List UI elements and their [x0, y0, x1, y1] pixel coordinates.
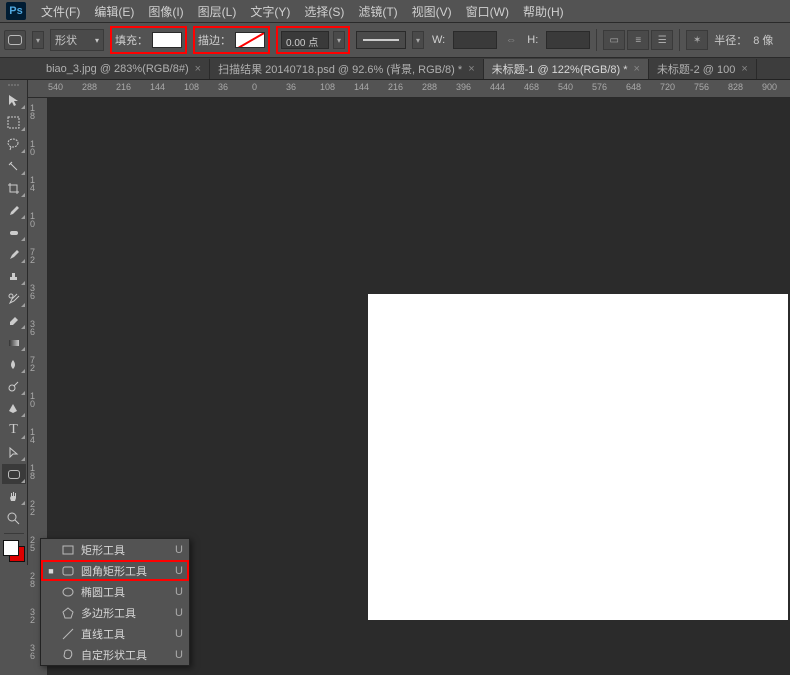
flyout-item[interactable]: ■圆角矩形工具U: [41, 560, 189, 581]
move-tool[interactable]: [2, 90, 26, 110]
stroke-width-input[interactable]: 0.00 点: [281, 31, 329, 49]
stamp-tool[interactable]: [2, 266, 26, 286]
heal-tool[interactable]: [2, 222, 26, 242]
pen-tool[interactable]: [2, 398, 26, 418]
options-bar: ▾ 形状 ▾ 填充： 描边： 0.00 点 ▾ ▾ W: ⇔ H: ▭ ≡ ☰ …: [0, 22, 790, 58]
close-icon[interactable]: ×: [195, 63, 201, 75]
align-buttons: ▭ ≡ ☰: [603, 30, 673, 50]
rrect-icon: [61, 564, 75, 578]
history-brush-tool[interactable]: [2, 288, 26, 308]
stroke-width-dropdown[interactable]: ▾: [333, 31, 345, 49]
menu-item[interactable]: 图像(I): [141, 1, 190, 22]
canvas[interactable]: [368, 294, 788, 620]
radius-value: 8 像: [753, 32, 773, 48]
document-tab[interactable]: 扫描结果 20140718.psd @ 92.6% (背景, RGB/8) *×: [210, 59, 484, 79]
fill-label: 填充：: [115, 32, 148, 48]
width-label: W:: [432, 34, 445, 46]
close-icon[interactable]: ×: [741, 63, 747, 75]
blur-tool[interactable]: [2, 354, 26, 374]
menu-item[interactable]: 帮助(H): [516, 1, 571, 22]
link-wh-icon[interactable]: ⇔: [503, 32, 519, 48]
menu-item[interactable]: 视图(V): [405, 1, 459, 22]
rect-icon: [61, 543, 75, 557]
shape-mode-label: 形状: [55, 32, 77, 48]
close-icon[interactable]: ×: [634, 63, 640, 75]
eraser-tool[interactable]: [2, 310, 26, 330]
stroke-swatch[interactable]: [235, 32, 265, 48]
document-tab[interactable]: 未标题-1 @ 122%(RGB/8) *×: [484, 59, 649, 79]
ellipse-icon: [61, 585, 75, 599]
hand-tool[interactable]: [2, 486, 26, 506]
arrange-icon[interactable]: ☰: [651, 30, 673, 50]
document-tab[interactable]: 未标题-2 @ 100×: [649, 59, 757, 79]
stroke-style-select[interactable]: [356, 31, 406, 49]
menu-item[interactable]: 文件(F): [34, 1, 87, 22]
custom-icon: [61, 648, 75, 662]
shape-tool-icon[interactable]: [4, 30, 26, 50]
type-tool[interactable]: T: [2, 420, 26, 440]
align-icon[interactable]: ≡: [627, 30, 649, 50]
zoom-tool[interactable]: [2, 508, 26, 528]
lasso-tool[interactable]: [2, 134, 26, 154]
marquee-tool[interactable]: [2, 112, 26, 132]
tool-preset-dropdown[interactable]: ▾: [32, 31, 44, 49]
tools-panel: T: [0, 80, 28, 565]
fill-swatch[interactable]: [152, 32, 182, 48]
menubar: Ps 文件(F)编辑(E)图像(I)图层(L)文字(Y)选择(S)滤镜(T)视图…: [0, 0, 790, 22]
path-select-tool[interactable]: [2, 442, 26, 462]
brush-tool[interactable]: [2, 244, 26, 264]
close-icon[interactable]: ×: [468, 63, 474, 75]
fill-group-highlight: 填充：: [110, 26, 187, 54]
polygon-icon: [61, 606, 75, 620]
menu-item[interactable]: 编辑(E): [87, 1, 141, 22]
stroke-label: 描边：: [198, 32, 231, 48]
height-label: H:: [527, 34, 538, 46]
document-tab[interactable]: biao_3.jpg @ 283%(RGB/8#)×: [38, 59, 210, 79]
width-input[interactable]: [453, 31, 497, 49]
flyout-item[interactable]: 多边形工具U: [41, 602, 189, 623]
color-swatches[interactable]: [2, 539, 26, 565]
radius-label: 半径：: [714, 32, 747, 48]
panel-grip[interactable]: [2, 82, 26, 88]
menu-item[interactable]: 滤镜(T): [351, 1, 404, 22]
gradient-tool[interactable]: [2, 332, 26, 352]
shape-tool-flyout: 矩形工具U■圆角矩形工具U椭圆工具U多边形工具U直线工具U自定形状工具U: [40, 538, 190, 666]
height-input[interactable]: [546, 31, 590, 49]
dodge-tool[interactable]: [2, 376, 26, 396]
flyout-item[interactable]: 自定形状工具U: [41, 644, 189, 665]
stroke-width-highlight: 0.00 点 ▾: [276, 26, 350, 54]
line-icon: [61, 627, 75, 641]
menu-item[interactable]: 选择(S): [297, 1, 351, 22]
ruler-horizontal: 5402882161441083603610814421628839644446…: [28, 80, 790, 98]
eyedropper-tool[interactable]: [2, 200, 26, 220]
path-ops-icon[interactable]: ▭: [603, 30, 625, 50]
stroke-swatch-highlight: 描边：: [193, 26, 270, 54]
shape-mode-select[interactable]: 形状 ▾: [50, 29, 104, 51]
menu-item[interactable]: 图层(L): [191, 1, 244, 22]
flyout-item[interactable]: 直线工具U: [41, 623, 189, 644]
menu-item[interactable]: 文字(Y): [243, 1, 297, 22]
wand-tool[interactable]: [2, 156, 26, 176]
menu-item[interactable]: 窗口(W): [459, 1, 516, 22]
document-tabs: biao_3.jpg @ 283%(RGB/8#)×扫描结果 20140718.…: [0, 58, 790, 80]
stroke-style-dropdown[interactable]: ▾: [412, 31, 424, 49]
flyout-item[interactable]: 椭圆工具U: [41, 581, 189, 602]
app-logo: Ps: [6, 2, 26, 20]
gear-icon[interactable]: ✶: [686, 30, 708, 50]
crop-tool[interactable]: [2, 178, 26, 198]
shape-tool[interactable]: [2, 464, 26, 484]
flyout-item[interactable]: 矩形工具U: [41, 539, 189, 560]
